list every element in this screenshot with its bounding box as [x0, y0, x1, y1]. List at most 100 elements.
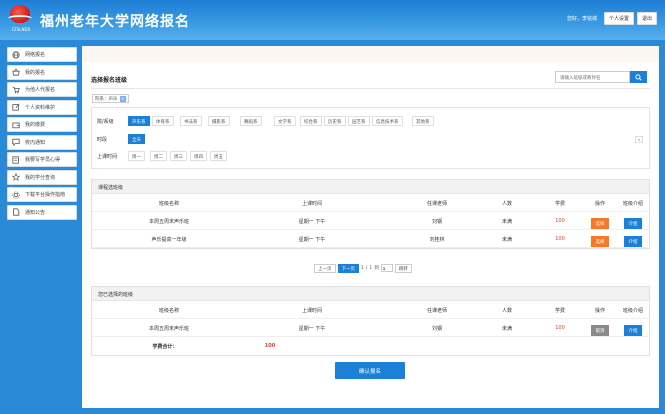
search-icon: [635, 73, 642, 81]
page-separator: /: [365, 265, 368, 271]
confirm-register-button[interactable]: 确认报名: [335, 362, 405, 379]
week-option[interactable]: 周三: [170, 151, 187, 161]
class-time: 星期一 下午: [298, 237, 326, 243]
page-total: 1: [369, 265, 373, 271]
dept-option[interactable]: 声乐系: [128, 116, 150, 126]
wallet-icon: [12, 121, 20, 129]
col-header: 班级介绍: [622, 308, 644, 314]
sidebar-item-label: 我的学分查询: [25, 174, 56, 181]
prev-page-button[interactable]: 上一页: [314, 263, 336, 273]
close-icon[interactable]: ×: [119, 95, 126, 102]
sidebar-item-credits[interactable]: 我的学分查询: [7, 169, 77, 185]
dept-option[interactable]: 文学系: [274, 116, 296, 126]
intro-button[interactable]: 介绍: [624, 218, 642, 229]
week-option[interactable]: 周四: [190, 151, 207, 161]
class-name: 声乐提高一年级: [151, 237, 187, 243]
doc-icon: [12, 208, 20, 216]
logo: FZSLNDX: [8, 5, 32, 35]
goto-button[interactable]: 跳转: [394, 263, 412, 273]
sidebar-item-payment[interactable]: 我的缴费: [7, 117, 77, 132]
selected-classes-panel: 您已选择的班级 班级名称 上课时间 任课老师 人数 学费 操作 班级介绍 本周五…: [91, 286, 650, 356]
user-greeting: 您好，李铭城: [566, 16, 597, 22]
dept-option[interactable]: 舞蹈系: [240, 116, 262, 126]
class-name: 本周五周末声乐班: [148, 326, 190, 332]
sidebar: 网络报名 我的报名 为他人代报名 个人资料维护 我的缴费 校内通知 我要写学员心…: [7, 47, 77, 222]
sidebar-item-online-register[interactable]: 网络报名: [7, 47, 77, 62]
sidebar-item-write-note[interactable]: 我要写学员心得: [7, 152, 77, 167]
table-header: 班级名称 上课时间 任课老师 人数 学费 操作 班级介绍: [92, 301, 649, 319]
cancel-button[interactable]: 取消: [591, 325, 609, 336]
gear-icon: [12, 190, 20, 199]
goto-page-input[interactable]: [380, 264, 393, 272]
logout-button[interactable]: 退出: [636, 12, 657, 25]
message-icon: [12, 138, 20, 146]
class-name: 本周五周末声乐班: [148, 219, 190, 225]
search-input[interactable]: [555, 71, 630, 83]
pagination: 上一页 下一页 1 / 1 到 跳转: [314, 263, 412, 273]
week-option[interactable]: 周二: [150, 151, 167, 161]
col-header: 班级名称: [158, 201, 180, 207]
site-title: 福州老年大学网络报名: [40, 14, 190, 30]
notice-bar: [82, 46, 659, 62]
table-row: 声乐提高一年级 星期一 下午 刘桂林 未满 100 选择 介绍: [92, 230, 649, 248]
col-header: 操作: [594, 201, 606, 207]
sidebar-item-label: 校内通知: [25, 139, 46, 146]
col-header: 操作: [594, 308, 606, 314]
dept-option[interactable]: 体育系: [152, 116, 174, 126]
filter-chip-label: 院系：声乐: [95, 96, 118, 102]
star-icon: [12, 173, 20, 181]
col-header: 人数: [501, 308, 513, 314]
time-label: 时段: [97, 137, 108, 143]
profile-button[interactable]: 个人设置: [603, 12, 634, 25]
class-time: 星期一 下午: [298, 326, 326, 332]
time-option[interactable]: 全天: [128, 134, 145, 144]
next-page-button[interactable]: 下一页: [337, 263, 359, 273]
table-row: 本周五周末声乐班 星期一 下午 刘钢 未满 100 取消 介绍: [92, 319, 649, 337]
dept-option[interactable]: 信息技术系: [372, 116, 403, 126]
sidebar-item-label: 网络报名: [25, 52, 46, 58]
sidebar-item-notice[interactable]: 校内通知: [7, 134, 77, 150]
edit-icon: [12, 103, 20, 111]
dept-option[interactable]: 其他系: [412, 116, 434, 126]
collapse-button[interactable]: ∧: [635, 136, 643, 143]
select-button[interactable]: 选择: [591, 236, 609, 247]
col-header: 上课时间: [301, 201, 323, 207]
intro-button[interactable]: 介绍: [624, 325, 642, 336]
cart-icon: [12, 86, 20, 94]
sidebar-item-announcement[interactable]: 通知公告: [7, 204, 77, 220]
divider: [91, 88, 650, 89]
user-area: 您好，李铭城 个人设置 退出: [567, 12, 657, 25]
dept-option[interactable]: 综合系: [300, 116, 322, 126]
filter-chip: 院系：声乐 ×: [92, 94, 129, 103]
goto-label: 到: [374, 266, 379, 271]
class-fee: 100: [555, 236, 565, 242]
select-button[interactable]: 选择: [591, 218, 609, 229]
logo-mark: [8, 5, 32, 23]
section-title: 选择报名班级: [91, 77, 128, 84]
main-panel: 选择报名班级 院系：声乐 × 院/系级 声乐系 体育系 书法系 摄影系 舞蹈系 …: [82, 46, 659, 408]
panel-title: 课程选班级: [92, 180, 649, 194]
week-option[interactable]: 周五: [210, 151, 227, 161]
week-option[interactable]: 周一: [128, 151, 145, 161]
page-current: 1: [361, 265, 364, 271]
sidebar-item-my-register[interactable]: 我的报名: [7, 64, 77, 80]
dept-option[interactable]: 园艺系: [348, 116, 370, 126]
basket-icon: [12, 68, 20, 76]
dept-option[interactable]: 书法系: [180, 116, 202, 126]
table-row: 本周五周末声乐班 星期一 下午 刘钢 未满 100 选择 介绍: [92, 212, 649, 230]
sidebar-item-label: 我的缴费: [25, 122, 46, 128]
class-teacher: 刘钢: [431, 326, 443, 332]
intro-button[interactable]: 介绍: [624, 236, 642, 247]
sidebar-item-guide[interactable]: 下载平台操作指南: [7, 187, 77, 202]
dept-option[interactable]: 摄影系: [208, 116, 230, 126]
sidebar-item-proxy-register[interactable]: 为他人代报名: [7, 82, 77, 97]
search-button[interactable]: [630, 71, 647, 83]
dept-option[interactable]: 历史系: [324, 116, 346, 126]
panel-title: 您已选择的班级: [92, 287, 649, 301]
sidebar-item-profile[interactable]: 个人资料维护: [7, 99, 77, 115]
compose-icon: [12, 155, 20, 164]
col-header: 学费: [554, 201, 566, 207]
col-header: 学费: [554, 308, 566, 314]
col-header: 班级名称: [158, 308, 180, 314]
sidebar-item-label: 我要写学员心得: [25, 157, 61, 163]
